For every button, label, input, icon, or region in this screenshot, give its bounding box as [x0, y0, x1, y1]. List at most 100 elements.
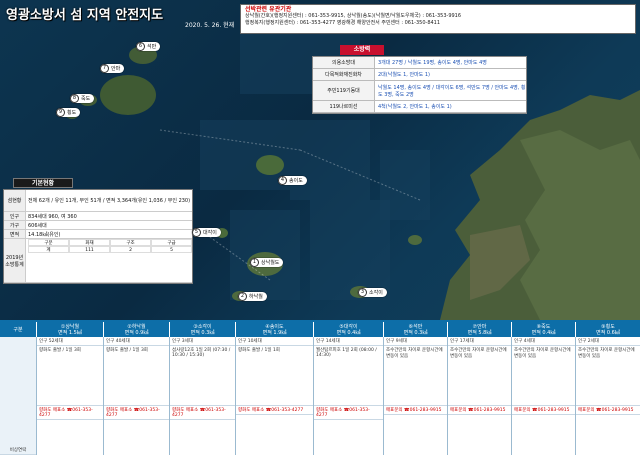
phone-info: 향화도 매표소 ☎061-353-4277 — [236, 406, 313, 415]
island-marker[interactable]: 9 횡도 — [56, 108, 81, 117]
info-pop: 인구 17세대 — [448, 337, 511, 346]
info-pop: 인구 10세대 — [236, 337, 313, 346]
phone-info: 향화도 매표소 ☎061-353-4277 — [37, 406, 103, 420]
marker-label: 소각이 — [369, 290, 383, 296]
contact-title: 선박관련 유관기관 — [245, 6, 292, 13]
info-col: 인구 14세대 월산탐르피호 1일 2회 (08:00 / 14:30) 향화도 매… — [314, 337, 384, 455]
header-col: ③소각이 면적 0.3㎢ — [170, 322, 236, 337]
marker-label: 죽도 — [81, 96, 91, 102]
fire-station-title: 소방력 — [340, 45, 384, 55]
fire-row-value: 낙월도 14명, 송이도 4명 / 대각이도 6명, 석만도 7명 / 안마도 … — [378, 84, 526, 98]
fire-station-table: 의용소방대 3개대 27명 / 낙월도 19명, 송이도 4명, 안마도 4명 다… — [312, 56, 527, 114]
island-marker[interactable]: 6 석만 — [136, 42, 161, 51]
basic-row-key: 인구 — [4, 212, 26, 220]
island-info-table: 구분 ①상낙월 면적 1.5㎢ ②하낙월 면적 0.9㎢ ③소각이 면적 0.3㎢ ④… — [0, 320, 640, 455]
stats-cell: 5 — [151, 246, 192, 253]
col-sub: 면적 0.6㎢ — [596, 329, 620, 336]
col-sub: 면적 0.4㎢ — [336, 329, 361, 336]
basic-status-table: 섬현황 전체 62개 / 유인 11개, 무인 51개 / 면적 3,364개(유… — [3, 189, 193, 284]
row-label: 비상연락 — [0, 337, 37, 455]
fire-row-key: 다목적화재진화차 — [313, 69, 375, 80]
marker-label: 횡도 — [67, 110, 77, 116]
island-marker[interactable]: 2 하낙월 — [238, 292, 267, 301]
ferry-info: 조수간만의 차이로 운항시간에 변동이 있음 — [384, 346, 447, 406]
fire-row: 119나르미선 4척(낙월도 2, 안마도 1, 송이도 1) — [313, 101, 526, 113]
phone-info: 매표문의 ☎061-283-9915 — [448, 406, 511, 415]
marker-num: 8 — [70, 94, 79, 103]
ferry-info: 조수간만의 차이로 운항시간에 변동이 있음 — [576, 346, 640, 406]
stats-cell: 계 — [28, 246, 69, 253]
contact-line: 상낙월(간호)(행정지원센터) : 061-353-9915, 상낙월(송도)(… — [245, 13, 462, 19]
table-header: 구분 ①상낙월 면적 1.5㎢ ②하낙월 면적 0.9㎢ ③소각이 면적 0.3㎢ ④… — [0, 322, 640, 337]
stats-cell: 구급 — [151, 239, 192, 246]
ferry-info: 월산탐르피호 1일 2회 (08:00 / 14:30) — [314, 346, 383, 406]
header-col: ②하낙월 면적 0.9㎢ — [104, 322, 170, 337]
basic-row-key: 가구 — [4, 221, 26, 229]
info-col: 인구 52세대 향화도 출발 / 1일 3회 향화도 매표소 ☎061-353-42… — [37, 337, 104, 455]
col-sub: 면적 0.9㎢ — [124, 329, 149, 336]
info-pop: 인구 2세대 — [576, 337, 640, 346]
stats-cell: 화재 — [69, 239, 110, 246]
table-body: 비상연락 인구 52세대 향화도 출발 / 1일 3회 향화도 매표소 ☎061-3… — [0, 337, 640, 455]
fire-station-panel: 소방력 의용소방대 3개대 27명 / 낙월도 19명, 송이도 4명, 안마도 … — [312, 45, 527, 115]
info-pop: 인구 3세대 — [170, 337, 235, 346]
basic-row-value: 834세대 960, 여 360 — [28, 213, 77, 220]
contact-line: 행정복지(행정지원센터) : 061-353-4277 영광해경 해양안전서 주… — [245, 20, 441, 26]
marker-label: 하낙월 — [249, 294, 263, 300]
col-sub: 면적 0.4㎢ — [531, 329, 556, 336]
header-col: ⑨횡도 면적 0.6㎢ — [576, 322, 640, 337]
header-col: ⑥석만 면적 0.3㎢ — [384, 322, 448, 337]
marker-num: 2 — [238, 292, 247, 301]
date-label: 2020. 5. 26. 현재 — [185, 22, 235, 29]
page-title: 영광소방서 섬 지역 안전지도 — [6, 8, 164, 23]
fire-row-value: 4척(낙월도 2, 안마도 1, 송이도 1) — [378, 104, 452, 110]
basic-row: 섬현황 전체 62개 / 유인 11개, 무인 51개 / 면적 3,364개(유… — [4, 190, 192, 212]
basic-status-title: 기본현황 — [13, 178, 73, 188]
phone-info: 매표문의 ☎061-283-9915 — [576, 406, 640, 415]
info-col: 인구 40세대 향화도 출발 / 1일 3회 향화도 매표소 ☎061-353-42… — [104, 337, 170, 455]
island-marker[interactable]: 4 송이도 — [278, 176, 307, 185]
marker-num: 5 — [192, 228, 201, 237]
marker-num: 6 — [136, 42, 145, 51]
marker-num: 3 — [358, 288, 367, 297]
basic-row: 가구 606세대 — [4, 221, 192, 230]
ferry-info: 섬사랑12호 1일 2회 (07:30 / 10:30 / 15:30) — [170, 346, 235, 406]
fire-row-key: 의용소방대 — [313, 57, 375, 68]
marker-num: 4 — [278, 176, 287, 185]
col-sub: 면적 1.9㎢ — [262, 329, 287, 336]
stats-mini: 구분 화재 구조 구급 계 111 2 5 — [28, 239, 192, 253]
marker-label: 안마 — [111, 66, 121, 72]
basic-row-key: 면적 — [4, 230, 26, 238]
island-marker[interactable]: 1 상낙월도 — [250, 258, 284, 267]
basic-status-panel: 기본현황 섬현황 전체 62개 / 유인 11개, 무인 51개 / 면적 3,3… — [3, 178, 193, 290]
marker-label: 상낙월도 — [261, 260, 280, 266]
island-marker[interactable]: 5 대각이 — [192, 228, 221, 237]
col-sub: 면적 5.8㎢ — [467, 329, 492, 336]
marker-num: 1 — [250, 258, 259, 267]
contact-box: 선박관련 유관기관 상낙월(간호)(행정지원센터) : 061-353-9915… — [240, 4, 636, 34]
phone-info: 매표문의 ☎061-283-9915 — [384, 406, 447, 415]
fire-row-value: 3개대 27명 / 낙월도 19명, 송이도 4명, 안마도 4명 — [378, 60, 487, 66]
fire-row-key: 주민119기동대 — [313, 81, 375, 100]
header-col: ①상낙월 면적 1.5㎢ — [37, 322, 104, 337]
island-marker[interactable]: 3 소각이 — [358, 288, 387, 297]
info-pop: 인구 14세대 — [314, 337, 383, 346]
island-map[interactable]: 영광소방서 섬 지역 안전지도 2020. 5. 26. 현재 선박관련 유관기… — [0, 0, 640, 320]
stats-label: 2019년 소방통계 — [4, 239, 26, 282]
island-marker[interactable]: 8 죽도 — [70, 94, 95, 103]
header-col: ⑤대각이 면적 0.4㎢ — [314, 322, 384, 337]
info-col: 인구 3세대 섬사랑12호 1일 2회 (07:30 / 10:30 / 15:3… — [170, 337, 236, 455]
fire-row-value: 2대(낙월도 1, 안마도 1) — [378, 72, 431, 78]
contact-label: 비상연락 — [0, 446, 36, 455]
info-pop: 인구 52세대 — [37, 337, 103, 346]
ferry-info: 향화도 출발 / 1일 3회 — [37, 346, 103, 406]
basic-row-value: 606세대 — [28, 222, 47, 229]
header-col: ⑦안마 면적 5.8㎢ — [448, 322, 512, 337]
stats-cell: 구분 — [28, 239, 69, 246]
fire-row-key: 119나르미선 — [313, 101, 375, 112]
ferry-info: 향화도 출발 / 1일 3회 — [104, 346, 169, 406]
header-col: ④송이도 면적 1.9㎢ — [236, 322, 314, 337]
island-marker[interactable]: 7 안마 — [100, 64, 125, 73]
basic-row: 2019년 소방통계 구분 화재 구조 구급 계 111 2 5 — [4, 239, 192, 283]
stats-grid: 구분 화재 구조 구급 계 111 2 5 — [26, 239, 192, 282]
